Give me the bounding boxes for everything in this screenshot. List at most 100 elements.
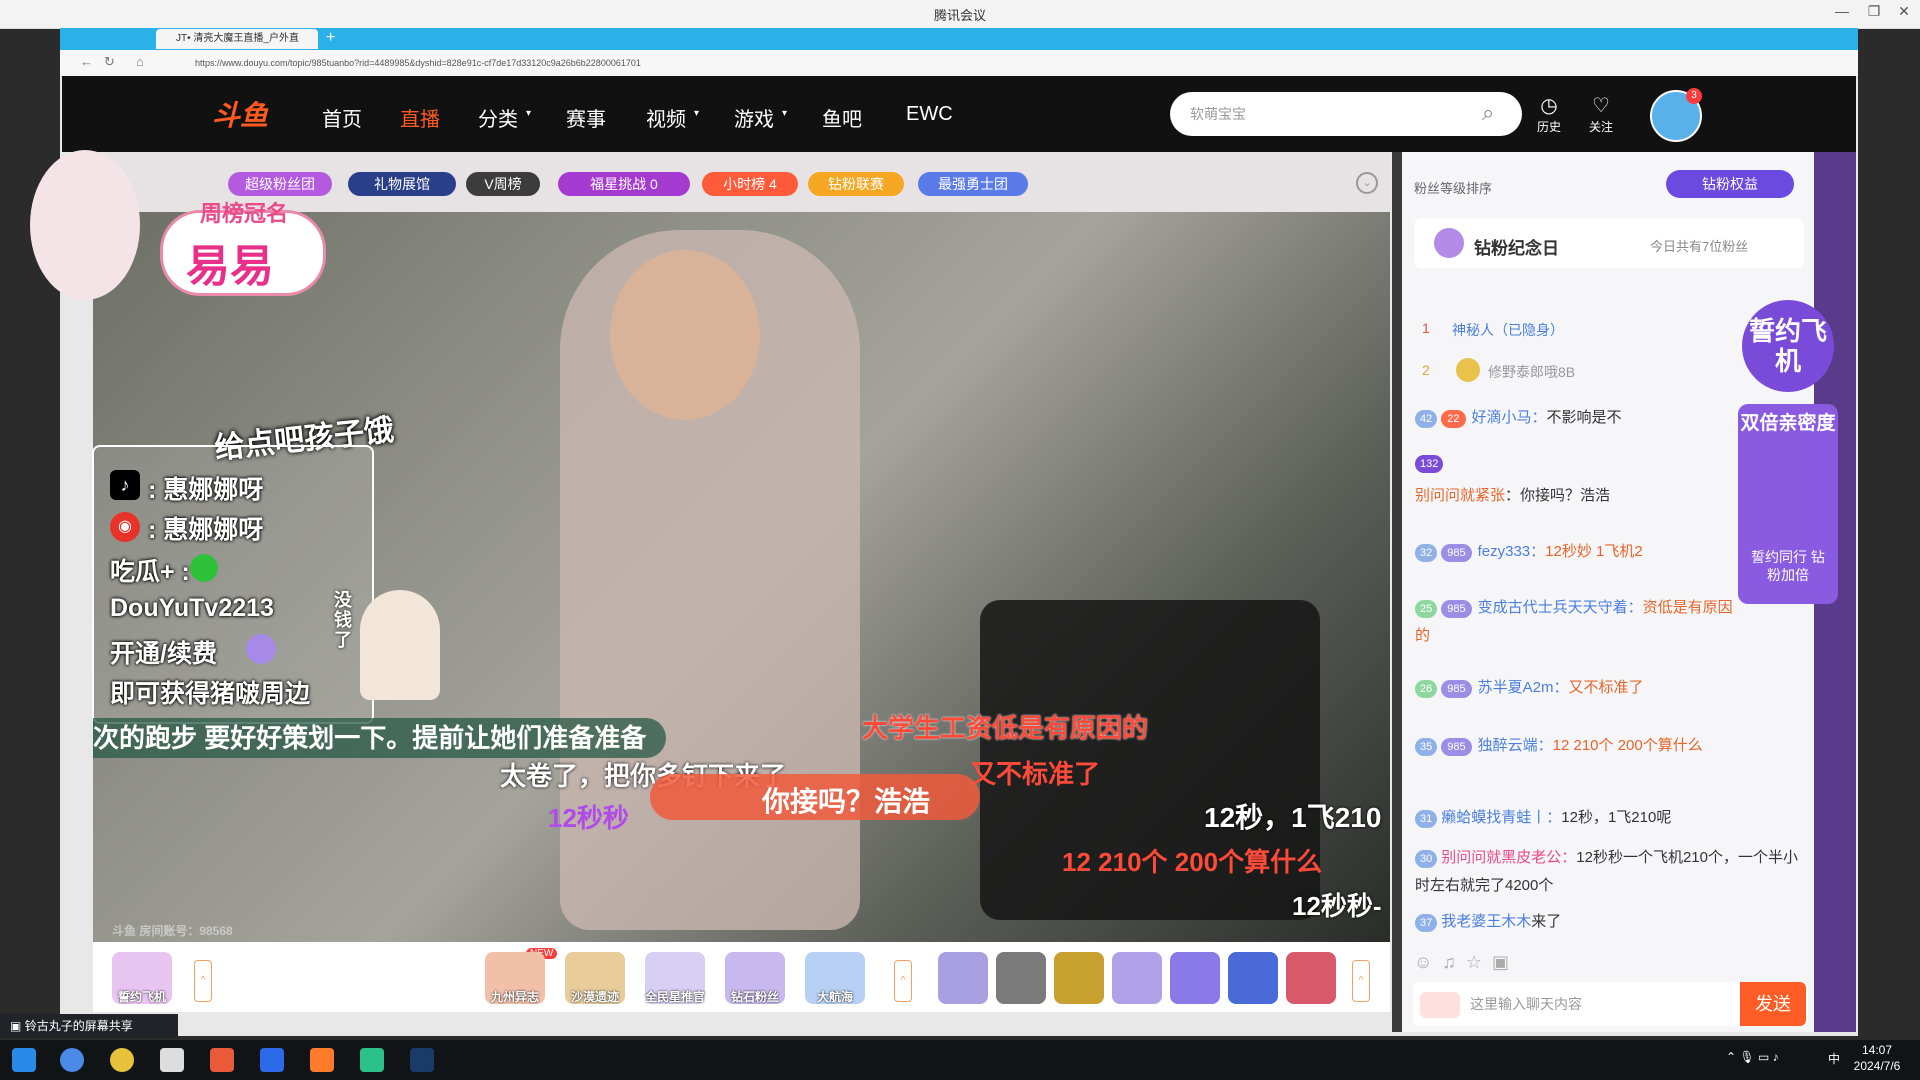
- nav-games[interactable]: 游戏: [734, 103, 774, 132]
- steam-taskbar-icon[interactable]: [410, 1048, 434, 1072]
- maximize-icon[interactable]: ❐: [1864, 3, 1884, 23]
- badge-lucky-challenge[interactable]: 福星挑战 0: [558, 172, 690, 196]
- danmaku-text: 12秒，1飞210: [1204, 802, 1382, 833]
- browser-taskbar-icon[interactable]: [60, 1048, 84, 1072]
- gift-label: 九州异志: [490, 990, 539, 1004]
- chat-message: 25 985 变成古代士兵天天守着：资低是有原因的: [1415, 599, 1733, 644]
- gift-item[interactable]: [1054, 952, 1104, 1004]
- tiktok-account: : 惠娜娜呀: [148, 476, 264, 504]
- minimize-icon[interactable]: —: [1832, 3, 1852, 23]
- gift-icon[interactable]: [1420, 992, 1460, 1018]
- badge-v-weekly[interactable]: V周榜: [466, 172, 540, 196]
- back-icon[interactable]: ←: [80, 54, 93, 69]
- chat-message: 35 985 独醉云端：12 210个 200个算什么: [1415, 732, 1800, 788]
- oath-plane-badge[interactable]: 誓约飞机: [1742, 300, 1834, 392]
- rank-avatar: [1456, 358, 1480, 382]
- app-taskbar-icon[interactable]: [260, 1048, 284, 1072]
- history-label: 历史: [1536, 120, 1561, 134]
- wechat-line: 吃瓜+ :: [110, 558, 190, 586]
- rank-number: 2: [1422, 362, 1430, 378]
- browser-tab[interactable]: JT• 清亮大魔王直播_户外直: [156, 29, 318, 49]
- clock-date: 2024/7/6: [1853, 1059, 1901, 1073]
- wechat-id: DouYuTv2213: [110, 594, 274, 622]
- badge-hourly-rank[interactable]: 小时榜 4: [702, 172, 798, 196]
- chat-message: 132: [1415, 454, 1735, 473]
- gift-item[interactable]: [1112, 952, 1162, 1004]
- clock-icon: ◷: [1540, 95, 1558, 117]
- weibo-icon: ◉: [110, 512, 140, 542]
- search-icon[interactable]: ⌕: [1482, 100, 1494, 126]
- chat-message: 37 我老婆王木木来了: [1415, 910, 1800, 932]
- tray-icons[interactable]: ⌃ 🎙 ▭ ♪: [1726, 1050, 1779, 1064]
- anniversary-count[interactable]: 今日共有7位粉丝: [1650, 236, 1748, 255]
- windows-start-icon[interactable]: [12, 1048, 36, 1072]
- nav-live[interactable]: 直播: [400, 103, 440, 132]
- nav-home[interactable]: 首页: [322, 103, 362, 132]
- gift-item[interactable]: [1286, 952, 1336, 1004]
- app-taskbar-icon[interactable]: [160, 1048, 184, 1072]
- badge-gift-hall[interactable]: 礼物展馆: [348, 172, 456, 196]
- chat-input[interactable]: 这里输入聊天内容: [1470, 994, 1582, 1014]
- badge-bravest-team[interactable]: 最强勇士团: [918, 172, 1028, 196]
- chat-message: 32 985 fezy333：12秒妙 1飞机2: [1415, 540, 1735, 562]
- gift-label: 全民星推官: [644, 990, 705, 1004]
- site-logo[interactable]: 斗鱼: [212, 94, 268, 134]
- gift-expand-button[interactable]: ^: [894, 960, 912, 1002]
- gift-label: 钻石粉丝: [730, 990, 779, 1004]
- diamond-icon: [1434, 228, 1464, 258]
- douyu-taskbar-icon[interactable]: [310, 1048, 334, 1072]
- follow-button[interactable]: ♡ 关注: [1584, 93, 1618, 135]
- url-input[interactable]: https://www.douyu.com/topic/985tuanbo?ri…: [195, 55, 1495, 71]
- reload-icon[interactable]: ↻: [104, 54, 115, 70]
- nav-video[interactable]: 视频: [646, 103, 686, 132]
- history-button[interactable]: ◷ 历史: [1534, 93, 1564, 135]
- danmaku-text: 又不标准了: [970, 759, 1101, 789]
- nav-fishbar[interactable]: 鱼吧: [822, 103, 862, 132]
- gift-expand-button[interactable]: ^: [1352, 960, 1370, 1002]
- gift-item[interactable]: [1170, 952, 1220, 1004]
- rank-name[interactable]: 修野泰郎哦8B: [1488, 362, 1575, 382]
- gift-item[interactable]: [1228, 952, 1278, 1004]
- heart-icon: ♡: [1592, 95, 1610, 117]
- chat-toolbar[interactable]: ☺♫☆▣: [1414, 952, 1519, 973]
- home-icon[interactable]: ⌂: [136, 54, 144, 69]
- gift-expand-button[interactable]: ^: [194, 960, 212, 1002]
- taskbar: [0, 1040, 1920, 1080]
- gift-item[interactable]: [996, 952, 1046, 1004]
- renew-line: 开通/续费: [110, 640, 217, 668]
- app-taskbar-icon[interactable]: [110, 1048, 134, 1072]
- app-taskbar-icon[interactable]: [360, 1048, 384, 1072]
- close-icon[interactable]: ✕: [1894, 3, 1914, 23]
- chevron-down-icon: ▾: [526, 108, 532, 119]
- app-taskbar-icon[interactable]: [210, 1048, 234, 1072]
- clock-time: 14:07: [1861, 1043, 1893, 1057]
- streamer-head: [610, 250, 760, 420]
- nav-ewc[interactable]: EWC: [906, 103, 953, 126]
- chibi-avatar-sticker: [30, 150, 140, 300]
- nav-events[interactable]: 赛事: [566, 103, 606, 132]
- rank-sort-title[interactable]: 粉丝等级排序: [1414, 178, 1492, 197]
- ime-indicator[interactable]: 中: [1828, 1050, 1840, 1067]
- search-input[interactable]: 软萌宝宝: [1190, 104, 1246, 124]
- rank-name[interactable]: 神秘人（已隐身）: [1452, 320, 1564, 340]
- share-icon: ▣: [10, 1019, 22, 1033]
- send-button[interactable]: 发送: [1740, 982, 1806, 1026]
- badge-super-fans[interactable]: 超级粉丝团: [228, 172, 332, 196]
- gift-item[interactable]: [938, 952, 988, 1004]
- badge-diamond-league[interactable]: 钻粉联赛: [808, 172, 904, 196]
- new-tab-icon[interactable]: +: [326, 29, 335, 47]
- tiktok-icon: ♪: [110, 470, 140, 500]
- panel-divider: [1392, 152, 1402, 1032]
- rank-number: 1: [1422, 320, 1430, 336]
- anniversary-title: 钻粉纪念日: [1474, 239, 1559, 258]
- weekly-champion-label: 周榜冠名: [200, 201, 289, 226]
- chevron-down-icon[interactable]: ⌄: [1356, 172, 1378, 194]
- taskbar-clock[interactable]: 14:07 2024/7/6: [1842, 1042, 1912, 1074]
- nav-category[interactable]: 分类: [478, 103, 518, 132]
- diamond-rights-button[interactable]: 钻粉权益: [1666, 170, 1794, 198]
- weekly-champion-name: 易易: [186, 242, 274, 291]
- chevron-down-icon: ▾: [782, 108, 788, 119]
- double-intimacy-title: 双倍亲密度: [1740, 413, 1836, 434]
- chat-message: 26 985 苏半夏A2m：又不标准了: [1415, 676, 1800, 698]
- gift-label: 誓约飞机: [117, 990, 166, 1004]
